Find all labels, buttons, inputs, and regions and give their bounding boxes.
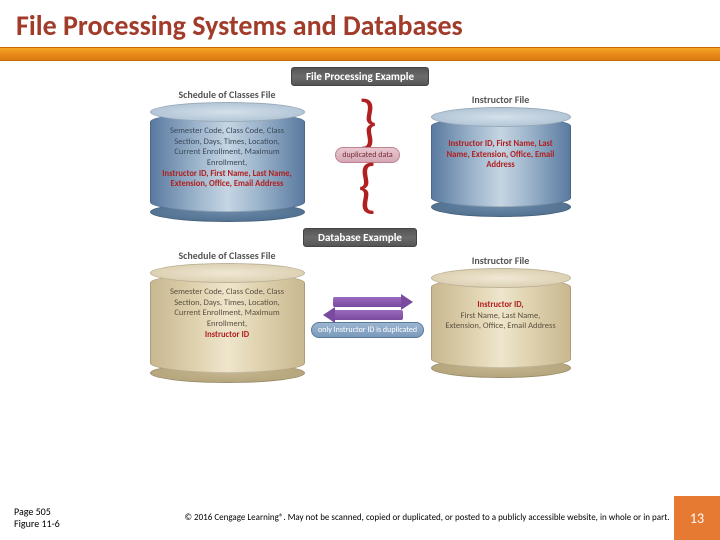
slide-footer: Page 505 Figure 11-6 © 2016 Cengage Lear… (0, 496, 720, 540)
bracket-right-icon: } (358, 163, 377, 211)
accent-bar (0, 47, 720, 61)
figure-ref: Figure 11-6 (14, 518, 180, 530)
link-arrows-icon (333, 297, 403, 320)
bracket-left-icon: } (358, 99, 377, 147)
dbe-left-label: Schedule of Classes File (178, 249, 275, 262)
fpe-right-highlight: Instructor ID, First Name, Last Name, Ex… (447, 139, 555, 170)
dbe-right-text: Instructor ID, First Name, Last Name, Ex… (443, 300, 559, 332)
slide-content: File Processing Example Schedule of Clas… (0, 61, 720, 383)
fpe-left-highlight: Instructor ID, First Name, Last Name, Ex… (162, 169, 291, 190)
footer-left: Page 505 Figure 11-6 (0, 506, 180, 530)
fpe-left-group: Schedule of Classes File Semester Code, … (150, 88, 305, 222)
slide-title: File Processing Systems and Databases (16, 8, 704, 43)
dbe-section-title: Database Example (303, 228, 417, 247)
dbe-left-group: Schedule of Classes File Semester Code, … (150, 249, 305, 383)
fpe-section-title: File Processing Example (291, 67, 429, 86)
fpe-left-text: Semester Code, Class Code, Class Section… (162, 126, 293, 190)
dbe-left-highlight: Instructor ID (205, 330, 249, 340)
dbe-left-text: Semester Code, Class Code, Class Section… (162, 287, 293, 340)
dbe-left-cylinder: Semester Code, Class Code, Class Section… (150, 263, 305, 383)
dbe-right-label: Instructor File (472, 254, 530, 267)
fpe-left-label: Schedule of Classes File (178, 88, 275, 101)
fpe-right-label: Instructor File (472, 93, 530, 106)
fpe-right-cylinder: Instructor ID, First Name, Last Name, Ex… (431, 107, 571, 217)
fpe-right-text: Instructor ID, First Name, Last Name, Ex… (443, 139, 559, 171)
dbe-center: only Instructor ID is duplicated (313, 295, 423, 338)
title-area: File Processing Systems and Databases (0, 0, 720, 47)
dbe-row: Schedule of Classes File Semester Code, … (150, 249, 571, 383)
dbe-right-highlight: Instructor ID, (477, 300, 523, 310)
slide-number: 13 (674, 496, 720, 540)
fpe-center: } duplicated data } (313, 99, 423, 211)
fpe-row: Schedule of Classes File Semester Code, … (150, 88, 571, 222)
dbe-badge: only Instructor ID is duplicated (311, 322, 424, 338)
dbe-right-group: Instructor File Instructor ID, First Nam… (431, 254, 571, 378)
copyright-text: © 2016 Cengage Learning®. May not be sca… (180, 513, 674, 524)
dbe-right-cylinder: Instructor ID, First Name, Last Name, Ex… (431, 268, 571, 378)
fpe-right-group: Instructor File Instructor ID, First Nam… (431, 93, 571, 217)
fpe-left-cylinder: Semester Code, Class Code, Class Section… (150, 102, 305, 222)
